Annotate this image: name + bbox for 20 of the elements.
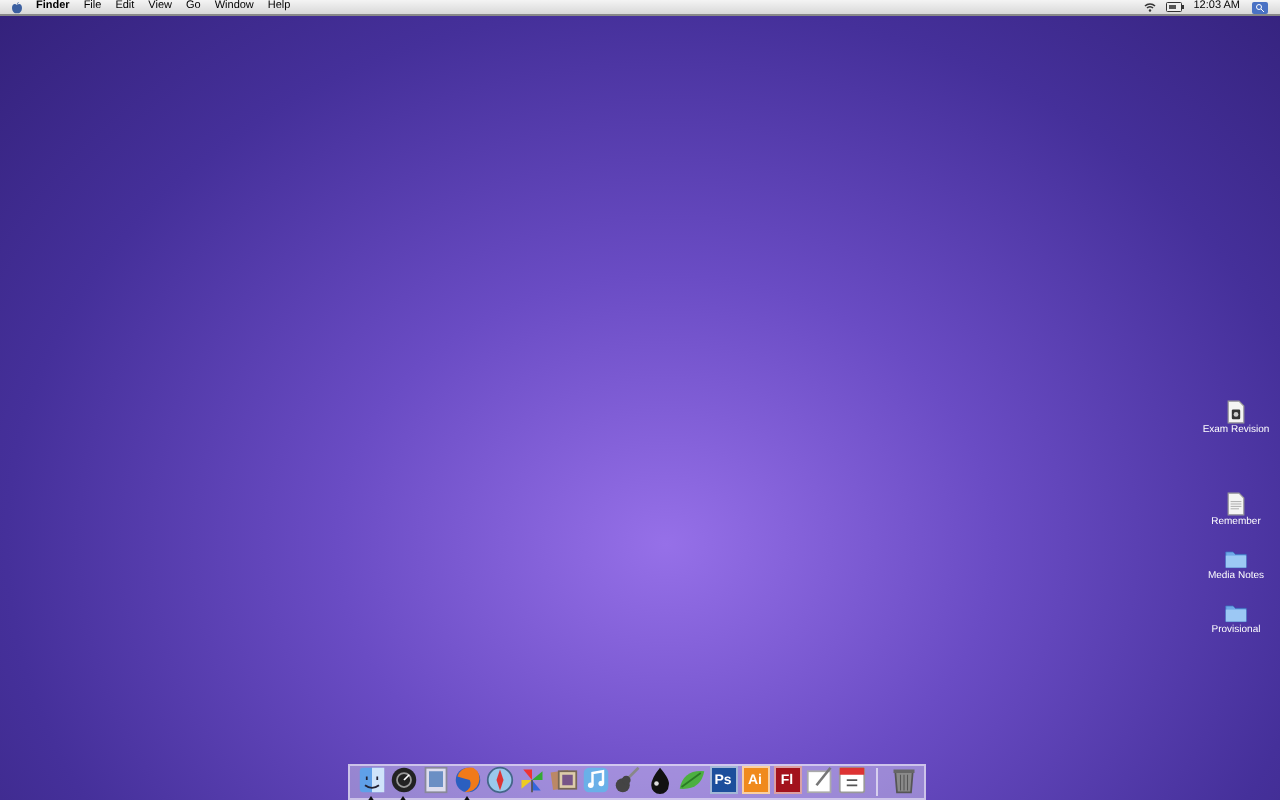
ink-drop-icon[interactable] — [645, 766, 673, 794]
face-icon[interactable] — [357, 766, 385, 794]
music-note-icon[interactable] — [581, 766, 609, 794]
compass-icon[interactable] — [485, 766, 513, 794]
wifi-icon[interactable] — [1143, 2, 1156, 12]
battery-icon[interactable] — [1165, 2, 1184, 12]
gauge-icon[interactable] — [389, 766, 417, 794]
folder-icon[interactable] — [1224, 546, 1248, 570]
photo-stack-icon[interactable] — [549, 766, 577, 794]
folder-icon[interactable] — [1224, 600, 1248, 624]
spotlight-icon[interactable] — [1252, 1, 1268, 13]
text-file-icon[interactable] — [1224, 492, 1248, 516]
trash-icon[interactable] — [889, 766, 917, 794]
guitar-icon[interactable] — [613, 766, 641, 794]
calendar-icon[interactable] — [837, 766, 865, 794]
pen-paper-icon[interactable] — [805, 766, 833, 794]
photo-icon[interactable] — [421, 766, 449, 794]
document-icon[interactable] — [1224, 400, 1248, 424]
pinwheel-icon[interactable] — [517, 766, 545, 794]
apple-icon[interactable] — [12, 1, 22, 13]
